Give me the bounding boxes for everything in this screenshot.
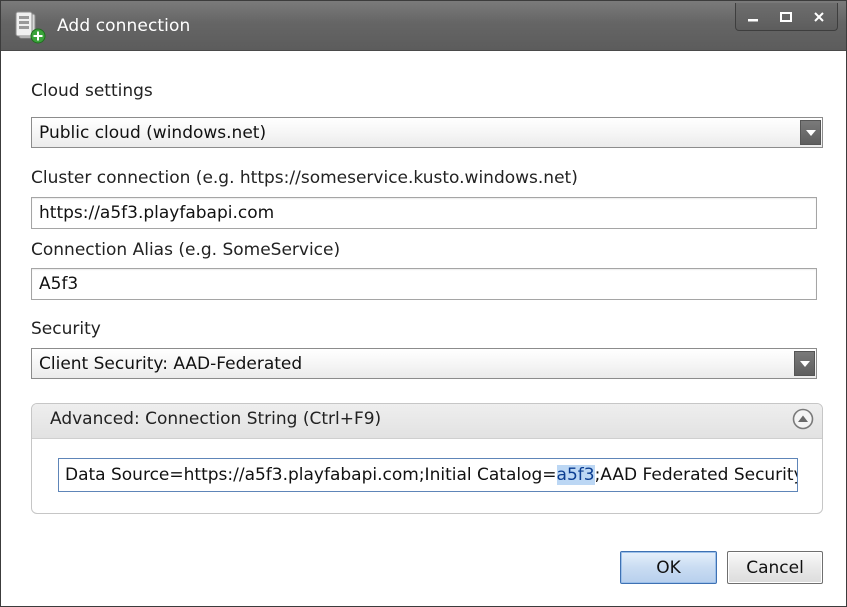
add-connection-app-icon [15,11,46,44]
cloud-settings-dropdown[interactable]: Public cloud (windows.net) [31,117,823,148]
chevron-down-icon[interactable] [794,351,815,376]
window-title: Add connection [57,16,191,36]
security-dropdown[interactable]: Client Security: AAD-Federated [31,348,817,379]
connection-alias-input[interactable]: A5f3 [31,268,817,300]
title-bar[interactable]: Add connection [1,1,846,51]
minimize-icon [747,18,758,21]
cluster-connection-input[interactable]: https://a5f3.playfabapi.com [31,197,817,229]
window-controls [735,3,838,31]
connection-string-text: Data Source=https://a5f3.playfabapi.com;… [65,465,557,485]
maximize-button[interactable] [769,3,802,30]
cloud-settings-label: Cloud settings [31,81,153,101]
close-icon [813,11,824,22]
connection-alias-label: Connection Alias (e.g. SomeService) [31,240,341,260]
chevron-down-icon[interactable] [800,120,821,145]
advanced-expander: Advanced: Connection String (Ctrl+F9) Da… [31,403,823,514]
connection-string-input[interactable]: Data Source=https://a5f3.playfabapi.com;… [58,458,798,492]
advanced-header-label: Advanced: Connection String (Ctrl+F9) [50,409,382,429]
connection-string-text-end: ;AAD Federated Security=True [594,465,797,485]
security-value: Client Security: AAD-Federated [39,354,303,374]
minimize-button[interactable] [736,3,769,30]
advanced-expander-header[interactable]: Advanced: Connection String (Ctrl+F9) [32,404,822,439]
cancel-button[interactable]: Cancel [727,551,823,584]
dialog-content: Cloud settings Public cloud (windows.net… [1,51,846,606]
security-label: Security [31,319,101,339]
cloud-settings-value: Public cloud (windows.net) [39,123,267,143]
add-connection-dialog: Add connection Cloud settings Public clo… [0,0,847,607]
selected-text: a5f3 [556,465,595,485]
cluster-connection-label: Cluster connection (e.g. https://someser… [31,168,578,188]
ok-button[interactable]: OK [620,551,717,584]
maximize-icon [779,11,792,22]
close-button[interactable] [802,3,835,30]
collapse-up-icon[interactable] [792,408,814,430]
